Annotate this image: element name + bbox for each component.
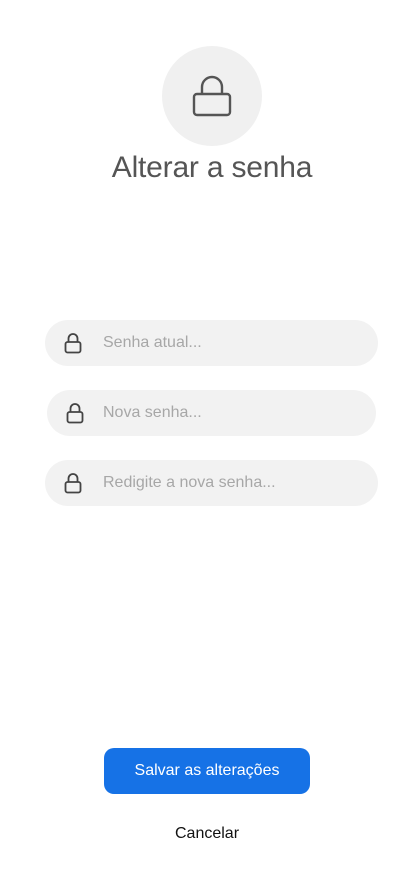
confirm-password-field[interactable]	[45, 460, 378, 506]
cancel-button[interactable]: Cancelar	[0, 824, 414, 844]
change-password-screen: Alterar a senha Salvar as alterações Can…	[0, 0, 414, 896]
save-changes-button[interactable]: Salvar as alterações	[104, 748, 310, 794]
lock-icon	[192, 75, 232, 117]
current-password-input[interactable]	[103, 320, 363, 366]
new-password-input[interactable]	[103, 390, 363, 436]
lock-icon	[65, 402, 85, 424]
new-password-field[interactable]	[47, 390, 376, 436]
lock-icon	[63, 472, 83, 494]
header-lock-badge	[162, 46, 262, 146]
confirm-password-input[interactable]	[103, 460, 363, 506]
lock-icon	[63, 332, 83, 354]
page-title: Alterar a senha	[111, 151, 313, 184]
current-password-field[interactable]	[45, 320, 378, 366]
